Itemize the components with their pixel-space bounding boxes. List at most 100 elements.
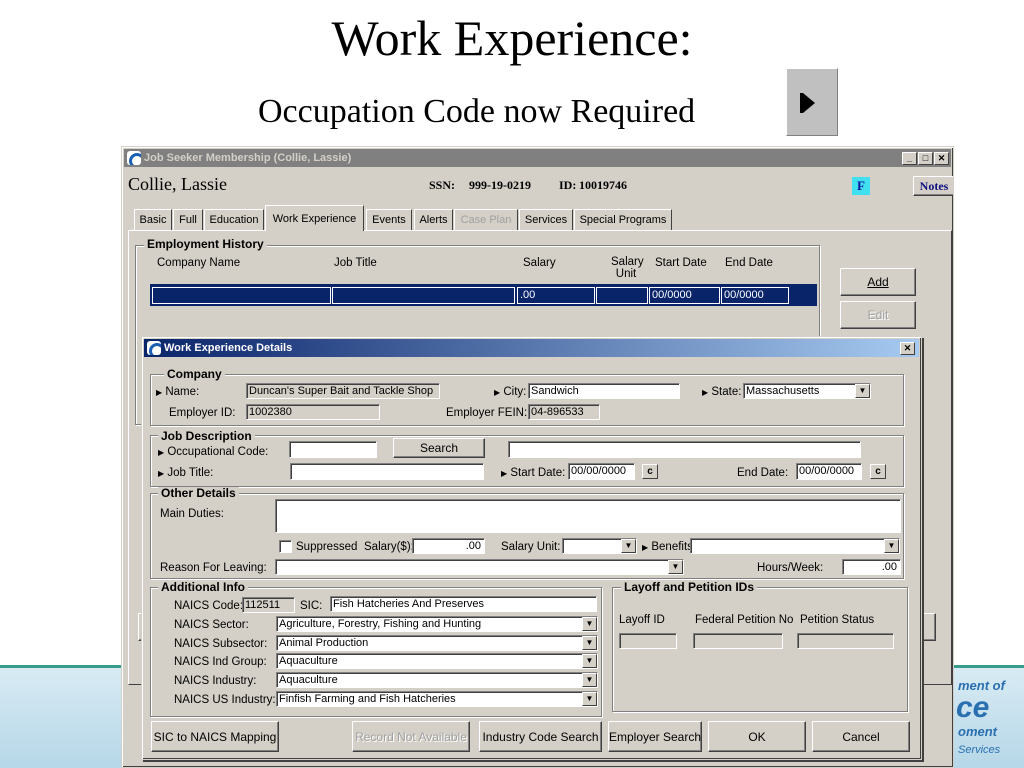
row-job-title <box>332 287 515 304</box>
tab-basic[interactable]: Basic <box>134 209 172 230</box>
play-button[interactable] <box>786 68 838 136</box>
tab-alerts[interactable]: Alerts <box>414 209 453 230</box>
cancel-button[interactable]: Cancel <box>812 721 910 752</box>
tab-events[interactable]: Events <box>366 209 412 230</box>
calendar-icon[interactable]: c <box>642 464 658 479</box>
other-details-title: Other Details <box>158 487 239 500</box>
city-field[interactable]: Sandwich <box>528 383 680 399</box>
start-date-field[interactable]: 00/00/0000 <box>568 463 635 480</box>
industry-code-search-button[interactable]: Industry Code Search <box>479 721 602 752</box>
sic-label: SIC: <box>300 600 323 612</box>
tab-education[interactable]: Education <box>204 209 264 230</box>
salary-field[interactable]: .00 <box>412 538 485 554</box>
dialog-close-button[interactable]: ✕ <box>900 342 915 355</box>
reason-select[interactable]: ▼ <box>275 559 684 575</box>
naics-us-industry-select[interactable]: Finfish Farming and Fish Hatcheries ▼ <box>276 691 598 707</box>
chevron-down-icon[interactable]: ▼ <box>855 384 870 398</box>
city-label: ▶ City: <box>494 386 527 398</box>
minimize-button[interactable]: _ <box>902 152 917 165</box>
dialog-titlebar[interactable]: Work Experience Details ✕ <box>144 339 919 357</box>
occ-search-button[interactable]: Search <box>393 438 485 458</box>
state-select-value: Massachusetts <box>746 385 820 397</box>
tab-work-experience[interactable]: Work Experience <box>265 205 364 231</box>
chevron-down-icon[interactable]: ▼ <box>621 539 636 553</box>
petition-status-label: Petition Status <box>800 614 875 626</box>
main-duties-field[interactable] <box>275 499 901 533</box>
calendar-icon[interactable]: c <box>870 464 886 479</box>
company-name-field[interactable]: Duncan's Super Bait and Tackle Shop <box>246 383 440 399</box>
naics-sector-label: NAICS Sector: <box>174 619 249 631</box>
work-experience-dialog: Work Experience Details ✕ Company ▶ Name… <box>141 336 922 760</box>
additional-info-title: Additional Info <box>158 581 248 594</box>
federal-petition-label: Federal Petition No <box>695 614 794 626</box>
naics-code-label: NAICS Code: <box>174 600 244 612</box>
sic-field[interactable]: Fish Hatcheries And Preserves <box>330 596 597 612</box>
job-title-field[interactable] <box>290 463 484 480</box>
naics-ind-group-select[interactable]: Aquaculture ▼ <box>276 653 598 669</box>
naics-subsector-select[interactable]: Animal Production ▼ <box>276 635 598 651</box>
benefits-select[interactable]: ▼ <box>690 538 900 554</box>
maximize-button[interactable]: □ <box>918 152 933 165</box>
tab-special-programs[interactable]: Special Programs <box>574 209 672 230</box>
salary-unit-label: Salary Unit: <box>501 541 561 553</box>
brand-line-2: ce <box>956 691 990 724</box>
required-arrow-icon: ▶ <box>501 469 508 478</box>
ok-button[interactable]: OK <box>708 721 806 752</box>
add-button[interactable]: Add <box>840 268 916 296</box>
main-duties-label: Main Duties: <box>160 508 224 520</box>
naics-ind-group-value: Aquaculture <box>279 655 338 667</box>
col-company-name: Company Name <box>157 257 241 269</box>
record-not-available-button[interactable]: Record Not Available <box>352 721 470 752</box>
chevron-down-icon[interactable]: ▼ <box>582 636 597 650</box>
suppressed-checkbox[interactable] <box>279 540 292 553</box>
layoff-id-label: Layoff ID <box>619 614 665 626</box>
chevron-down-icon[interactable]: ▼ <box>582 673 597 687</box>
chevron-down-icon[interactable]: ▼ <box>884 539 899 553</box>
slide-subtitle: Occupation Code now Required <box>258 93 696 130</box>
company-title: Company <box>164 368 225 381</box>
job-description-title: Job Description <box>158 430 255 443</box>
edit-button[interactable]: Edit <box>840 301 916 329</box>
tab-services[interactable]: Services <box>519 209 573 230</box>
notes-button[interactable]: Notes <box>913 176 953 196</box>
naics-sector-select[interactable]: Agriculture, Forestry, Fishing and Hunti… <box>276 616 598 632</box>
col-job-title: Job Title <box>334 257 377 269</box>
brand-line-3: oment <box>958 724 997 739</box>
occ-description-field[interactable] <box>508 441 861 458</box>
tab-full[interactable]: Full <box>173 209 203 230</box>
tab-case-plan[interactable]: Case Plan <box>454 209 518 230</box>
brand-line-4: Services <box>958 744 1001 756</box>
chevron-down-icon[interactable]: ▼ <box>668 560 683 574</box>
naics-ind-group-label: NAICS Ind Group: <box>174 656 267 668</box>
required-arrow-icon: ▶ <box>494 388 501 397</box>
state-label: ▶ State: <box>702 386 742 398</box>
col-salary: Salary <box>523 257 556 269</box>
main-window-titlebar[interactable]: Job Seeker Membership (Collie, Lassie) _… <box>124 149 951 167</box>
chevron-down-icon[interactable]: ▼ <box>582 617 597 631</box>
chevron-down-icon[interactable]: ▼ <box>582 692 597 706</box>
sic-to-naics-button[interactable]: SIC to NAICS Mapping <box>151 721 279 752</box>
company-name-label: ▶ Name: <box>156 386 200 398</box>
salary-unit-select[interactable]: ▼ <box>562 538 637 554</box>
main-window-title: Job Seeker Membership (Collie, Lassie) <box>144 152 352 164</box>
occ-code-field[interactable] <box>289 441 377 458</box>
required-arrow-icon: ▶ <box>158 448 165 457</box>
seeker-name: Collie, Lassie <box>128 174 227 194</box>
naics-sector-value: Agriculture, Forestry, Fishing and Hunti… <box>279 618 482 630</box>
naics-industry-label: NAICS Industry: <box>174 675 257 687</box>
close-button[interactable]: ✕ <box>934 152 949 165</box>
state-select[interactable]: Massachusetts ▼ <box>743 383 871 399</box>
required-arrow-icon: ▶ <box>156 388 163 397</box>
petition-status-field <box>797 633 894 649</box>
chevron-down-icon[interactable]: ▼ <box>582 654 597 668</box>
id-value: 10019746 <box>579 178 627 192</box>
benefits-label: ▶ Benefits: <box>642 541 697 553</box>
employer-id-label: Employer ID: <box>169 407 236 419</box>
end-date-field[interactable]: 00/00/0000 <box>796 463 862 480</box>
hours-field[interactable]: .00 <box>842 559 901 575</box>
employer-search-button[interactable]: Employer Search <box>608 721 702 752</box>
federal-petition-field <box>693 633 783 649</box>
naics-industry-select[interactable]: Aquaculture ▼ <box>276 672 598 688</box>
row-salary: .00 <box>517 287 595 304</box>
id-label: ID: <box>559 178 577 192</box>
